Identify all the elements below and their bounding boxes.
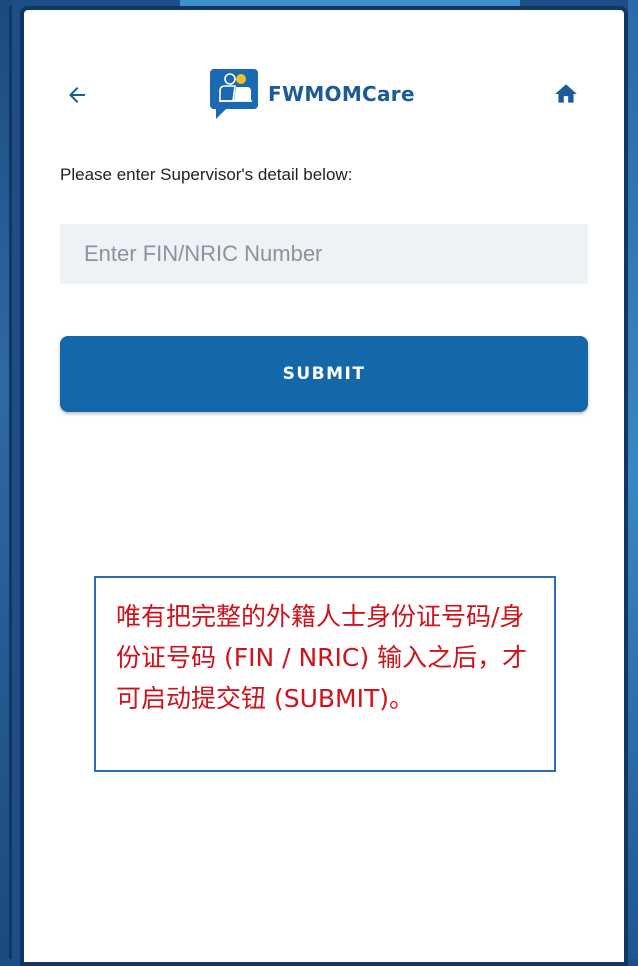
submit-button[interactable]: SUBMIT xyxy=(60,336,588,412)
arrow-left-icon xyxy=(69,87,85,103)
form-instruction: Please enter Supervisor's detail below: xyxy=(60,165,353,184)
annotation-callout: 唯有把完整的外籍人士身份证号码/身份证号码 (FIN / NRIC) 输入之后，… xyxy=(94,576,556,772)
home-button[interactable] xyxy=(548,76,584,112)
app-logo-icon xyxy=(210,69,258,119)
back-button[interactable] xyxy=(60,78,94,112)
app-name: FWMOMCare xyxy=(268,82,415,106)
home-icon xyxy=(555,84,577,103)
background-right-edge xyxy=(628,0,638,959)
top-app-bar: FWMOMCare xyxy=(24,66,624,122)
fin-nric-input[interactable] xyxy=(60,224,588,284)
phone-screen: FWMOMCare Please enter Supervisor's deta… xyxy=(20,6,628,966)
adjacent-phone-frame xyxy=(0,6,12,959)
app-logo: FWMOMCare xyxy=(210,66,415,122)
